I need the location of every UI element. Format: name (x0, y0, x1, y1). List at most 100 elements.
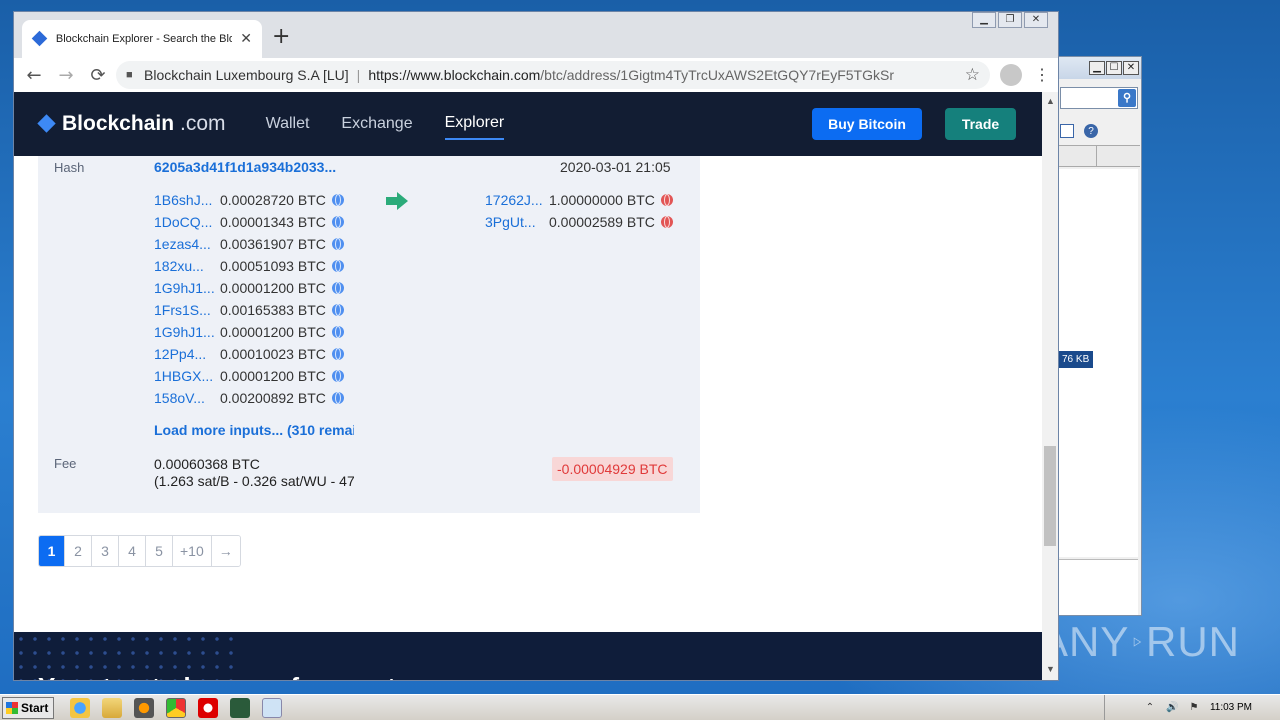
tab-title: Blockchain Explorer - Search the Blockch… (55, 33, 233, 45)
reload-icon[interactable]: ⟳ (84, 61, 112, 89)
browser-window: Blockchain Explorer - Search the Blockch… (13, 11, 1059, 681)
opera-icon[interactable] (198, 697, 218, 718)
tab-close-icon[interactable]: ✕ (240, 31, 252, 47)
window-controls: ▁ ❐ ✕ (972, 12, 1048, 28)
input-amount: 0.00001200 BTC (220, 368, 326, 384)
input-amount: 0.00165383 BTC (220, 302, 326, 318)
scrollbar-thumb[interactable] (1044, 446, 1056, 546)
nav-exchange[interactable]: Exchange (341, 109, 412, 139)
url-separator: | (356, 67, 361, 83)
chrome-icon[interactable] (166, 697, 186, 718)
blockchain-logo[interactable]: Blockchain .com (38, 112, 226, 136)
nav-wallet[interactable]: Wallet (266, 109, 310, 139)
page-1-button[interactable]: 1 (39, 536, 65, 566)
output-address-link[interactable]: 17262J... (485, 192, 547, 208)
net-change-badge: -0.00004929 BTC (552, 457, 673, 481)
minimize-icon[interactable]: ▁ (1089, 61, 1105, 75)
input-amount: 0.00051093 BTC (220, 258, 326, 274)
close-icon[interactable]: ✕ (1123, 61, 1139, 75)
search-input[interactable]: ⚲ (1060, 87, 1138, 109)
file-size-label: 76 KB (1058, 351, 1094, 368)
column-header[interactable] (1058, 145, 1140, 167)
help-icon[interactable]: ? (1084, 124, 1098, 138)
show-hidden-icons-icon[interactable]: ⌃ (1144, 702, 1156, 714)
browser-toolbar: ← → ⟳ ■ Blockchain Luxembourg S.A [LU] |… (14, 58, 1058, 92)
globe-icon (331, 238, 344, 250)
volume-icon[interactable]: 🔊 (1166, 702, 1178, 714)
load-more-inputs-link[interactable]: Load more inputs... (310 remaining) (154, 422, 354, 438)
terminal-icon[interactable] (230, 697, 250, 718)
globe-icon (331, 392, 344, 404)
page-5-button[interactable]: 5 (146, 536, 173, 566)
system-tray: ⌃ 🔊 ⚑ 11:03 PM (1104, 695, 1280, 720)
details-pane (1058, 559, 1138, 615)
media-player-icon[interactable] (134, 697, 154, 718)
menu-icon[interactable]: ⋮ (1032, 65, 1052, 85)
internet-explorer-icon[interactable] (70, 697, 90, 718)
profile-avatar-icon[interactable] (1000, 64, 1022, 86)
scroll-up-icon[interactable]: ▲ (1046, 96, 1055, 106)
input-address-link[interactable]: 1ezas4... (154, 236, 218, 252)
input-amount: 0.00200892 BTC (220, 390, 326, 406)
transaction-hash-link[interactable]: 6205a3d41f1d1a934b2033... (154, 159, 336, 175)
page-4-button[interactable]: 4 (119, 536, 146, 566)
clock[interactable]: 11:03 PM (1210, 702, 1252, 713)
start-button[interactable]: Start (2, 696, 54, 719)
input-address-link[interactable]: 1HBGX... (154, 368, 218, 384)
page-plus-10-button[interactable]: +10 (173, 536, 212, 566)
globe-icon (331, 194, 344, 206)
minimize-icon[interactable]: ▁ (972, 12, 996, 28)
next-page-arrow-icon[interactable]: → (211, 536, 240, 566)
background-window: ▁ ☐ ✕ ⚲ ? 76 KB (1058, 56, 1142, 616)
search-icon[interactable]: ⚲ (1118, 89, 1136, 107)
tab-strip: Blockchain Explorer - Search the Blockch… (14, 12, 1058, 58)
input-amount: 0.00001343 BTC (220, 214, 326, 230)
footer-teaser: Your trusted source for crypto (38, 672, 412, 680)
input-row: 12Pp4... 0.00010023 BTC (154, 344, 344, 364)
preview-pane-icon[interactable] (1060, 124, 1074, 138)
browser-tab[interactable]: Blockchain Explorer - Search the Blockch… (22, 20, 262, 58)
input-row: 1G9hJ1... 0.00001200 BTC (154, 322, 344, 342)
input-address-link[interactable]: 182xu... (154, 258, 218, 274)
bookmark-star-icon[interactable]: ☆ (965, 65, 980, 85)
input-address-link[interactable]: 1G9hJ1... (154, 280, 218, 296)
lock-icon: ■ (126, 69, 133, 81)
nav-explorer[interactable]: Explorer (444, 108, 505, 140)
close-icon[interactable]: ✕ (1024, 12, 1048, 28)
logo-domain: .com (180, 112, 226, 135)
input-address-link[interactable]: 12Pp4... (154, 346, 218, 362)
trade-button[interactable]: Trade (945, 108, 1016, 140)
output-amount: 0.00002589 BTC (549, 214, 655, 230)
input-amount: 0.00001200 BTC (220, 280, 326, 296)
page-2-button[interactable]: 2 (65, 536, 92, 566)
input-address-link[interactable]: 1G9hJ1... (154, 324, 218, 340)
input-address-link[interactable]: 158oV... (154, 390, 218, 406)
view-toolbar: ? (1058, 119, 1140, 143)
restore-icon[interactable]: ❐ (998, 12, 1022, 28)
input-address-link[interactable]: 1DoCQ... (154, 214, 218, 230)
input-address-link[interactable]: 1B6shJ... (154, 192, 218, 208)
file-explorer-icon[interactable] (102, 697, 122, 718)
new-tab-button[interactable]: + (272, 24, 290, 49)
back-icon[interactable]: ← (20, 61, 48, 89)
anyrun-watermark: ANY RUN (1040, 618, 1240, 665)
site-identity: Blockchain Luxembourg S.A [LU] (144, 67, 349, 83)
start-label: Start (21, 700, 49, 715)
buy-bitcoin-button[interactable]: Buy Bitcoin (812, 108, 922, 140)
scroll-down-icon[interactable]: ▼ (1046, 664, 1055, 674)
page-3-button[interactable]: 3 (92, 536, 119, 566)
forward-icon[interactable]: → (52, 61, 80, 89)
output-amount: 1.00000000 BTC (549, 192, 655, 208)
address-bar[interactable]: ■ Blockchain Luxembourg S.A [LU] | https… (116, 61, 990, 89)
notepad-icon[interactable] (262, 697, 282, 718)
page-scrollbar[interactable]: ▲ ▼ (1042, 92, 1058, 680)
windows-logo-icon (6, 701, 18, 714)
output-row: 17262J... 1.00000000 BTC (485, 190, 673, 210)
input-address-link[interactable]: 1Frs1S... (154, 302, 218, 318)
maximize-icon[interactable]: ☐ (1106, 61, 1122, 75)
input-row: 1B6shJ... 0.00028720 BTC (154, 190, 344, 210)
action-center-flag-icon[interactable]: ⚑ (1188, 702, 1200, 714)
output-address-link[interactable]: 3PgUt... (485, 214, 547, 230)
globe-icon (331, 348, 344, 360)
taskbar: Start ⌃ 🔊 ⚑ 11:03 PM (0, 694, 1280, 720)
